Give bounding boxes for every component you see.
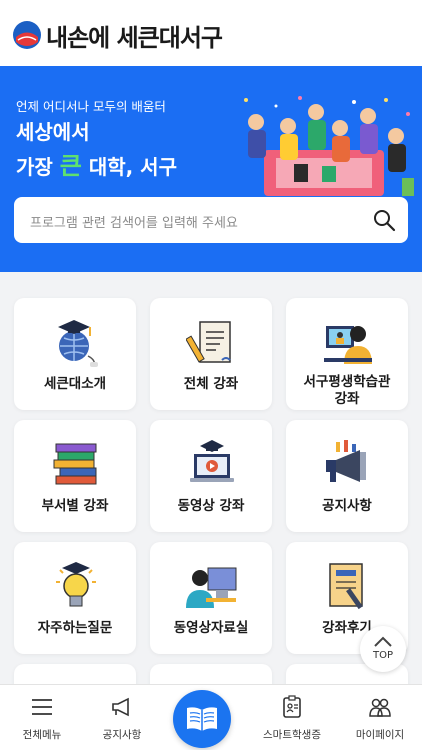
chevron-up-icon	[374, 636, 392, 647]
nav-my-page-label: 마이페이지	[355, 729, 405, 741]
menu-label-lifelong-center-1: 서구평생학습관	[303, 374, 391, 390]
hero-headline-1: 세상에서	[16, 120, 90, 144]
menu-label-notice: 공지사항	[322, 498, 372, 514]
id-card-icon	[283, 695, 301, 718]
hamburger-menu-icon	[32, 699, 52, 715]
scroll-top-button[interactable]: TOP	[360, 626, 406, 672]
app-header: 내손에 세큰대서구	[0, 0, 422, 66]
users-icon	[369, 698, 391, 717]
hero-subtitle: 언제 어디서나 모두의 배움터	[16, 99, 166, 114]
menu-label-video-courses: 동영상 강좌	[177, 498, 245, 514]
hero-highlight-word: 큰	[59, 152, 82, 180]
nav-all-menu[interactable]: 전체메뉴	[0, 685, 84, 750]
menu-label-all-courses: 전체 강좌	[183, 376, 239, 392]
menu-card-faq[interactable]: 자주하는질문	[14, 542, 136, 654]
search-bar[interactable]: 프로그램 관련 검색어를 입력해 주세요	[14, 197, 408, 243]
menu-label-intro: 세큰대소개	[43, 376, 107, 392]
menu-card-all-courses[interactable]: 전체 강좌	[150, 298, 272, 410]
menu-card-notice[interactable]: 공지사항	[286, 420, 408, 532]
menu-card-video-library[interactable]: 동영상자료실	[150, 542, 272, 654]
person-computer-icon	[186, 567, 237, 608]
app-logo-title[interactable]: 내손에 세큰대서구	[46, 18, 223, 53]
nav-smart-student-id[interactable]: 스마트학생증	[250, 685, 334, 750]
hero-headline-2: 가장 큰 대학, 서구	[16, 146, 177, 181]
megaphone-icon	[326, 440, 366, 482]
document-pencil-icon	[186, 321, 231, 363]
hero-banner: 언제 어디서나 모두의 배움터 세상에서 가장 큰 대학, 서구 프로그램 관련…	[0, 66, 422, 272]
menu-card-intro[interactable]: 세큰대소개	[14, 298, 136, 410]
celebrating-people-illustration	[244, 96, 414, 196]
open-book-icon	[187, 707, 217, 731]
nav-notice[interactable]: 공지사항	[80, 685, 164, 750]
lightbulb-icon	[56, 562, 96, 607]
nav-smart-student-id-label: 스마트학생증	[263, 729, 321, 741]
center-home-button[interactable]	[173, 690, 231, 748]
nav-notice-label: 공지사항	[102, 729, 142, 741]
scroll-top-label: TOP	[372, 650, 393, 661]
online-lecture-icon	[324, 326, 372, 364]
hero-headline-prefix: 가장	[16, 155, 60, 179]
notebook-pen-icon	[329, 563, 363, 610]
menu-label-lifelong-center-2: 강좌	[334, 391, 360, 407]
menu-card-video-courses[interactable]: 동영상 강좌	[150, 420, 272, 532]
nav-all-menu-label: 전체메뉴	[22, 729, 62, 741]
video-laptop-icon	[190, 440, 234, 482]
hero-headline-suffix: 대학, 서구	[81, 155, 177, 179]
books-stack-icon	[53, 443, 97, 485]
menu-label-department-courses: 부서별 강좌	[41, 498, 109, 514]
menu-card-department-courses[interactable]: 부서별 강좌	[14, 420, 136, 532]
menu-label-video-library: 동영상자료실	[173, 620, 249, 636]
search-input[interactable]: 프로그램 관련 검색어를 입력해 주세요	[30, 212, 238, 231]
nav-my-page[interactable]: 마이페이지	[338, 685, 422, 750]
menu-card-lifelong-center[interactable]: 서구평생학습관 강좌	[286, 298, 408, 410]
search-icon[interactable]	[372, 208, 396, 232]
graduation-globe-icon	[58, 320, 98, 367]
megaphone-outline-icon	[112, 697, 129, 717]
seo-gu-logo-icon[interactable]	[12, 20, 42, 50]
menu-label-faq: 자주하는질문	[37, 620, 113, 636]
